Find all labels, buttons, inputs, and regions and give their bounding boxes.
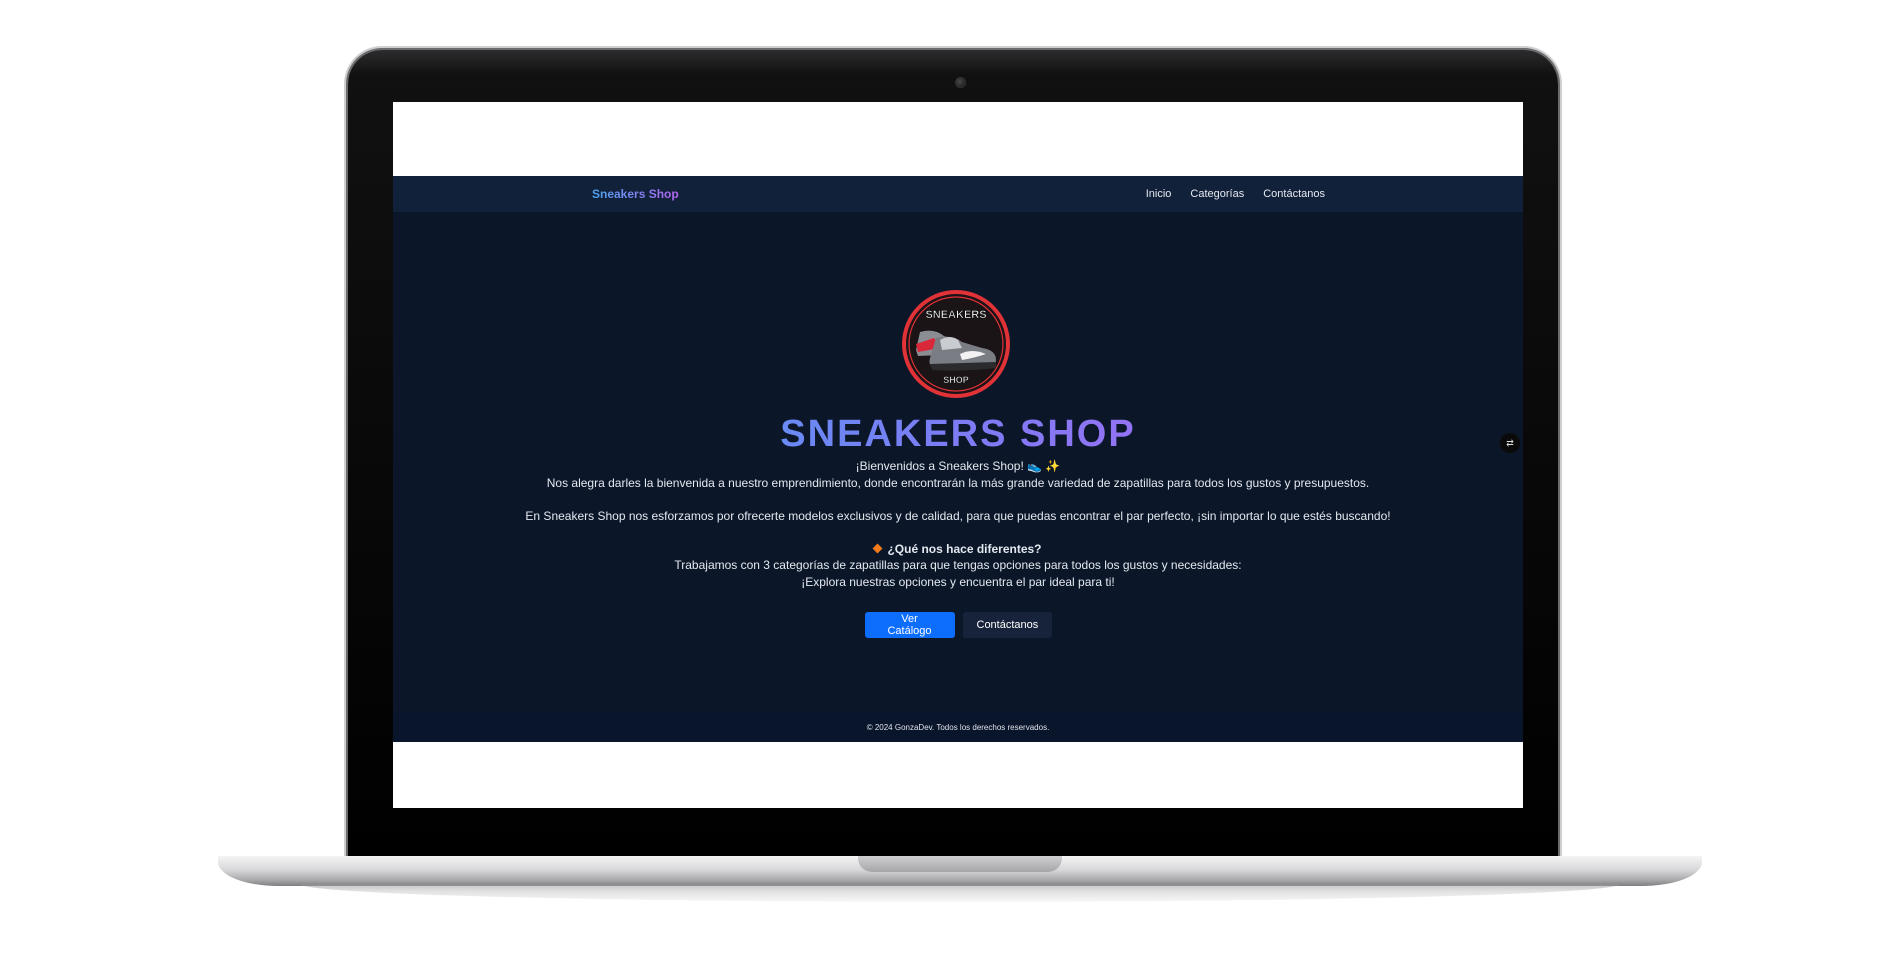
website: Sneakers Shop Inicio Categorías Contácta… [393, 176, 1523, 742]
translate-icon[interactable]: ⇄ [1500, 433, 1520, 453]
explore-text: ¡Explora nuestras opciones y encuentra e… [801, 574, 1115, 589]
mission-text: En Sneakers Shop nos esforzamos por ofre… [525, 508, 1391, 523]
view-catalog-button[interactable]: Ver Catálogo [864, 612, 955, 638]
laptop-base-shadow [300, 884, 1620, 902]
navbar: Sneakers Shop Inicio Categorías Contácta… [393, 176, 1523, 212]
contact-button[interactable]: Contáctanos [962, 612, 1052, 638]
logo-top-text: SNEAKERS [925, 309, 986, 321]
laptop-notch [858, 856, 1062, 872]
differences-heading: ¿Qué nos hace diferentes? [393, 541, 1523, 558]
diamond-icon [873, 543, 883, 553]
nav-item-contactanos[interactable]: Contáctanos [1263, 188, 1325, 200]
hero-buttons: Ver Catálogo Contáctanos [393, 612, 1523, 638]
differences-text: Trabajamos con 3 categorías de zapatilla… [674, 558, 1242, 572]
differences-title: ¿Qué nos hace diferentes? [887, 541, 1042, 556]
widget-glyph: ⇄ [1506, 437, 1514, 448]
device-mockup: Sneakers Shop Inicio Categorías Contácta… [0, 0, 1900, 954]
camera-icon [955, 77, 966, 88]
browser-viewport: Sneakers Shop Inicio Categorías Contácta… [393, 102, 1523, 808]
footer-copyright: © 2024 GonzaDev. Todos los derechos rese… [866, 722, 1050, 732]
intro-text: Nos alegra darles la bienvenida a nuestr… [546, 475, 1370, 490]
sneakers-shop-logo: SNEAKERS SHOP [902, 290, 1010, 398]
nav-links: Inicio Categorías Contáctanos [1146, 188, 1325, 200]
hero-title: SNEAKERS SHOP [393, 413, 1523, 456]
hero-section: SNEAKERS SHOP SNEAKERS SHOP ¡Bienvenidos… [393, 212, 1523, 712]
welcome-text: ¡Bienvenidos a Sneakers Shop! 👟 ✨ [855, 459, 1061, 473]
nav-item-categorias[interactable]: Categorías [1190, 188, 1244, 200]
brand-link[interactable]: Sneakers Shop [592, 187, 679, 201]
hero-description: ¡Bienvenidos a Sneakers Shop! 👟 ✨ Nos al… [393, 458, 1523, 590]
footer: © 2024 GonzaDev. Todos los derechos rese… [393, 712, 1523, 742]
nav-item-inicio[interactable]: Inicio [1146, 188, 1172, 200]
logo-bottom-text: SHOP [943, 375, 969, 385]
